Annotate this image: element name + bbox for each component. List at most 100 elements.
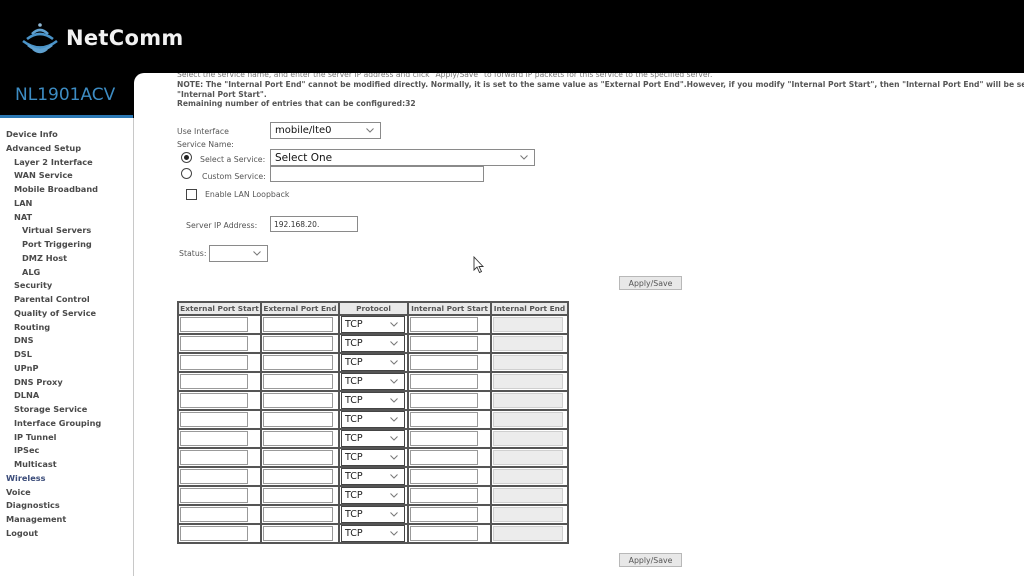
external-port-start-input[interactable] <box>180 393 248 408</box>
external-port-start-input[interactable] <box>180 336 248 351</box>
external-port-end-input[interactable] <box>263 450 333 465</box>
sidebar-item-wan-service[interactable]: WAN Service <box>14 170 73 180</box>
table-row: TCP <box>177 428 569 449</box>
external-port-end-input[interactable] <box>263 488 333 503</box>
external-port-end-input[interactable] <box>263 336 333 351</box>
sidebar-item-voice[interactable]: Voice <box>6 487 31 497</box>
sidebar-item-advanced-setup[interactable]: Advanced Setup <box>6 143 81 153</box>
select-service-radio[interactable] <box>181 152 192 163</box>
internal-port-start-input[interactable] <box>410 412 478 427</box>
external-port-start-input[interactable] <box>180 507 248 522</box>
sidebar-item-diagnostics[interactable]: Diagnostics <box>6 500 60 510</box>
apply-save-button-top[interactable]: Apply/Save <box>619 276 682 290</box>
protocol-select[interactable]: TCP <box>341 373 405 390</box>
cell-external-port-start <box>177 333 262 354</box>
protocol-select[interactable]: TCP <box>341 525 405 542</box>
sidebar-item-upnp[interactable]: UPnP <box>14 363 38 373</box>
protocol-select[interactable]: TCP <box>341 354 405 371</box>
sidebar-item-dlna[interactable]: DLNA <box>14 390 39 400</box>
external-port-start-input[interactable] <box>180 317 248 332</box>
external-port-start-input[interactable] <box>180 374 248 389</box>
sidebar-item-alg[interactable]: ALG <box>22 267 40 277</box>
header-protocol: Protocol <box>338 301 409 316</box>
external-port-end-input[interactable] <box>263 374 333 389</box>
external-port-end-input[interactable] <box>263 469 333 484</box>
internal-port-start-input[interactable] <box>410 336 478 351</box>
cell-protocol: TCP <box>338 371 409 392</box>
sidebar-item-dns[interactable]: DNS <box>14 335 34 345</box>
sidebar-item-parental-control[interactable]: Parental Control <box>14 294 90 304</box>
external-port-end-input[interactable] <box>263 431 333 446</box>
external-port-start-input[interactable] <box>180 450 248 465</box>
internal-port-start-input[interactable] <box>410 507 478 522</box>
external-port-start-input[interactable] <box>180 488 248 503</box>
protocol-select[interactable]: TCP <box>341 411 405 428</box>
protocol-select[interactable]: TCP <box>341 468 405 485</box>
protocol-select[interactable]: TCP <box>341 316 405 333</box>
apply-save-button-bottom[interactable]: Apply/Save <box>619 553 682 567</box>
external-port-end-input[interactable] <box>263 355 333 370</box>
sidebar-item-management[interactable]: Management <box>6 514 66 524</box>
sidebar-item-mobile-broadband[interactable]: Mobile Broadband <box>14 184 98 194</box>
external-port-start-input[interactable] <box>180 431 248 446</box>
protocol-select[interactable]: TCP <box>341 335 405 352</box>
internal-port-start-input[interactable] <box>410 431 478 446</box>
model-banner: NL1901ACV <box>0 75 133 117</box>
protocol-select[interactable]: TCP <box>341 449 405 466</box>
sidebar-item-layer-2-interface[interactable]: Layer 2 Interface <box>14 157 93 167</box>
sidebar-item-multicast[interactable]: Multicast <box>14 459 57 469</box>
custom-service-input[interactable] <box>270 166 484 182</box>
sidebar-item-virtual-servers[interactable]: Virtual Servers <box>22 225 91 235</box>
cell-internal-port-start <box>407 314 492 335</box>
sidebar-item-storage-service[interactable]: Storage Service <box>14 404 87 414</box>
sidebar-item-port-triggering[interactable]: Port Triggering <box>22 239 92 249</box>
internal-port-start-input[interactable] <box>410 526 478 541</box>
sidebar-item-dns-proxy[interactable]: DNS Proxy <box>14 377 63 387</box>
server-ip-input[interactable]: 192.168.20. <box>270 216 358 232</box>
custom-service-label: Custom Service: <box>202 172 266 181</box>
sidebar-item-routing[interactable]: Routing <box>14 322 50 332</box>
cell-internal-port-start <box>407 428 492 449</box>
header-external-port-start: External Port Start <box>177 301 262 316</box>
external-port-start-input[interactable] <box>180 412 248 427</box>
internal-port-end-input <box>493 317 563 332</box>
external-port-end-input[interactable] <box>263 526 333 541</box>
external-port-start-input[interactable] <box>180 526 248 541</box>
internal-port-start-input[interactable] <box>410 355 478 370</box>
sidebar-item-dmz-host[interactable]: DMZ Host <box>22 253 67 263</box>
status-select[interactable] <box>209 245 268 262</box>
sidebar-item-ip-tunnel[interactable]: IP Tunnel <box>14 432 56 442</box>
protocol-select[interactable]: TCP <box>341 392 405 409</box>
protocol-select[interactable]: TCP <box>341 430 405 447</box>
internal-port-start-input[interactable] <box>410 450 478 465</box>
sidebar-item-interface-grouping[interactable]: Interface Grouping <box>14 418 101 428</box>
internal-port-start-input[interactable] <box>410 374 478 389</box>
service-select[interactable]: Select One <box>270 149 535 166</box>
lan-loopback-checkbox[interactable] <box>186 189 197 200</box>
custom-service-radio[interactable] <box>181 168 192 179</box>
internal-port-start-input[interactable] <box>410 469 478 484</box>
internal-port-start-input[interactable] <box>410 488 478 503</box>
internal-port-start-input[interactable] <box>410 393 478 408</box>
internal-port-start-input[interactable] <box>410 317 478 332</box>
protocol-select[interactable]: TCP <box>341 487 405 504</box>
table-row: TCP <box>177 314 569 335</box>
external-port-start-input[interactable] <box>180 469 248 484</box>
sidebar-item-security[interactable]: Security <box>14 280 52 290</box>
external-port-start-input[interactable] <box>180 355 248 370</box>
sidebar-item-ipsec[interactable]: IPSec <box>14 445 39 455</box>
sidebar-item-nat[interactable]: NAT <box>14 212 32 222</box>
external-port-end-input[interactable] <box>263 412 333 427</box>
sidebar-item-quality-of-service[interactable]: Quality of Service <box>14 308 96 318</box>
sidebar-item-dsl[interactable]: DSL <box>14 349 32 359</box>
external-port-end-input[interactable] <box>263 317 333 332</box>
external-port-end-input[interactable] <box>263 393 333 408</box>
sidebar-item-device-info[interactable]: Device Info <box>6 129 58 139</box>
sidebar-item-logout[interactable]: Logout <box>6 528 38 538</box>
cell-internal-port-end <box>490 390 569 411</box>
external-port-end-input[interactable] <box>263 507 333 522</box>
protocol-select[interactable]: TCP <box>341 506 405 523</box>
sidebar-item-lan[interactable]: LAN <box>14 198 32 208</box>
sidebar-item-wireless[interactable]: Wireless <box>6 473 46 483</box>
use-interface-select[interactable]: mobile/lte0 <box>270 122 381 139</box>
